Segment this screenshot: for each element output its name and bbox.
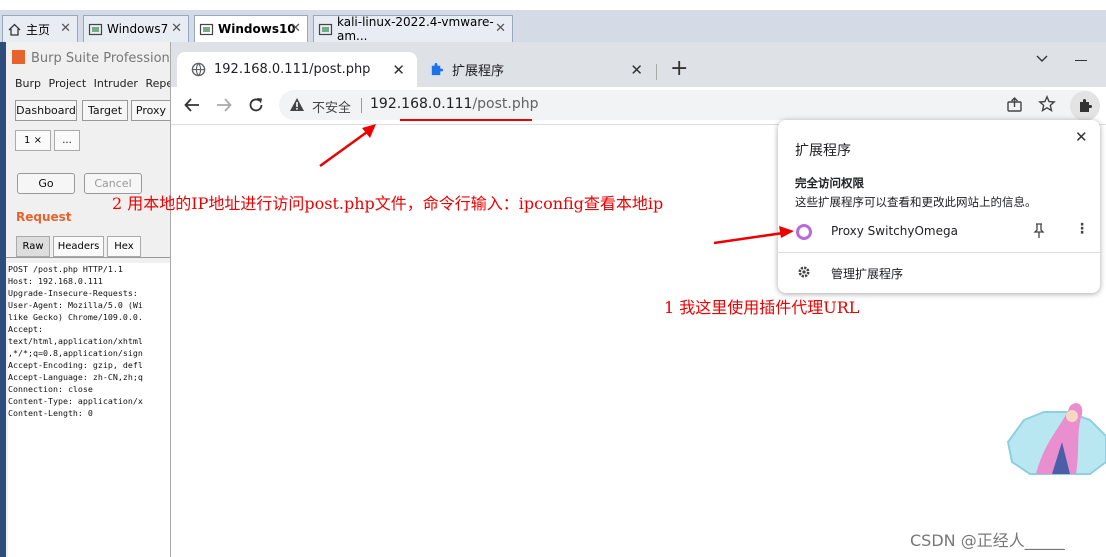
arrowhead bbox=[362, 124, 376, 138]
arrowhead bbox=[779, 226, 794, 238]
annotation-step-1: 1 我这里使用插件代理URL bbox=[664, 298, 860, 317]
desktop-pet-decoration bbox=[1006, 398, 1106, 476]
watermark: CSDN @正经人_____ bbox=[910, 531, 1065, 550]
annotation-overlay bbox=[319, 119, 794, 245]
screen: 主页 ✕ Windows7 ✕ Windows10 ✕ kali-linux-2… bbox=[0, 0, 1106, 557]
annotation-step-2: 2 用本地的IP地址进行访问post.php文件，命令行输入：ipconfig查… bbox=[112, 194, 664, 213]
arrow-to-extension bbox=[713, 230, 791, 245]
